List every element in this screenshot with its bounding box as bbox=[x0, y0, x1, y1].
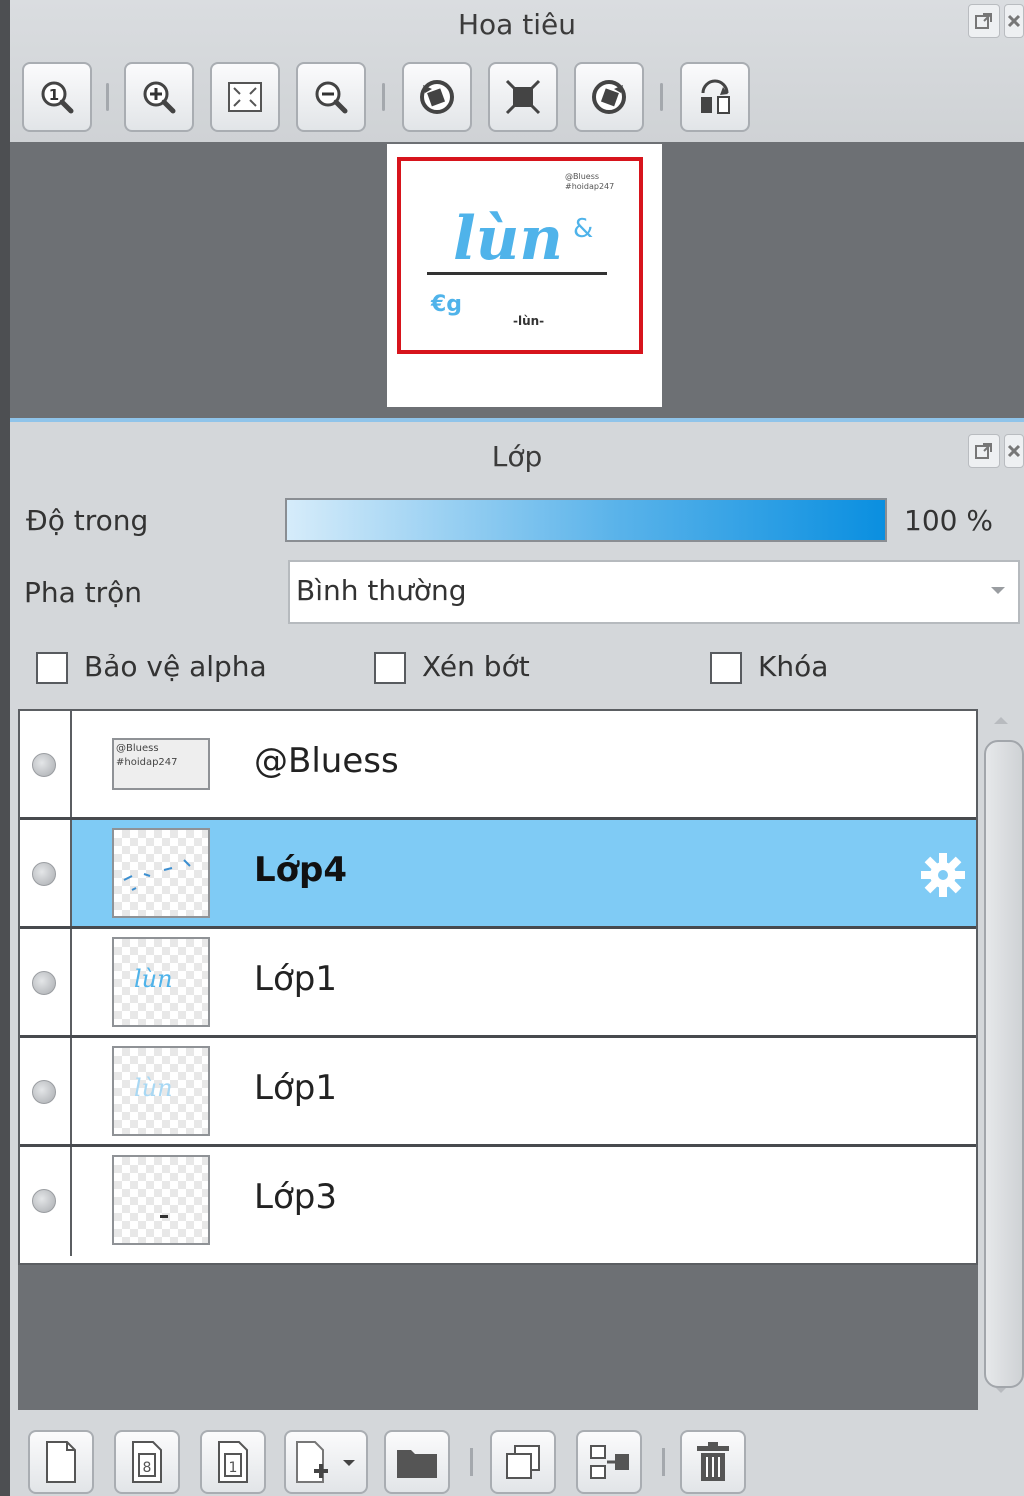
layer-row-body[interactable]: lùn Lớp1 bbox=[72, 1038, 976, 1144]
layer-row-selected[interactable]: Lớp4 bbox=[20, 820, 976, 929]
add-layer-dropdown-icon[interactable] bbox=[284, 1430, 368, 1494]
layer-row-body[interactable]: Lớp4 bbox=[72, 820, 976, 926]
rotate-right-icon[interactable] bbox=[574, 62, 644, 132]
toolbar-separator bbox=[382, 83, 385, 111]
thumbnail-text: lùn bbox=[134, 1074, 173, 1102]
layer-row[interactable]: @Bluess #hoidap247 @Bluess bbox=[20, 711, 976, 820]
close-icon[interactable] bbox=[1004, 4, 1024, 38]
preview-main-text: lùn bbox=[453, 204, 564, 274]
layer-list: @Bluess #hoidap247 @Bluess Lớp4 lùn Lớp1… bbox=[18, 709, 978, 1265]
layer-thumbnail bbox=[112, 828, 210, 918]
fit-screen-icon[interactable] bbox=[210, 62, 280, 132]
preview-small-text: -lùn- bbox=[513, 314, 545, 328]
layers-window-controls bbox=[968, 434, 1024, 468]
zoom-in-icon[interactable] bbox=[124, 62, 194, 132]
rotate-left-icon[interactable] bbox=[402, 62, 472, 132]
flip-icon[interactable] bbox=[680, 62, 750, 132]
layers-title: Lớp bbox=[491, 440, 543, 473]
opacity-value: 100 % bbox=[904, 504, 993, 537]
opacity-slider[interactable] bbox=[285, 498, 887, 542]
svg-text:1: 1 bbox=[229, 1460, 238, 1476]
close-icon[interactable] bbox=[1004, 434, 1024, 468]
zoom-out-icon[interactable] bbox=[296, 62, 366, 132]
layer-scrollbar-thumb[interactable] bbox=[984, 740, 1024, 1388]
toolbar-separator bbox=[660, 83, 663, 111]
visibility-dot-icon bbox=[32, 1080, 56, 1104]
delete-layer-icon[interactable] bbox=[680, 1430, 746, 1494]
new-layer-icon[interactable] bbox=[28, 1430, 94, 1494]
undock-icon[interactable] bbox=[968, 434, 1000, 468]
navigator-preview[interactable]: @Bluess #hoidap247 lùn & €g -lùn- bbox=[387, 144, 662, 407]
layer-row[interactable]: lùn Lớp1 bbox=[20, 929, 976, 1038]
navigator-panel: Hoa tiêu 1 bbox=[10, 0, 1024, 142]
clip-label: Xén bớt bbox=[422, 650, 530, 683]
layer-visibility[interactable] bbox=[20, 1147, 72, 1256]
layer-thumbnail bbox=[112, 1155, 210, 1245]
visibility-dot-icon bbox=[32, 971, 56, 995]
new-folder-icon[interactable] bbox=[384, 1430, 450, 1494]
blend-mode-select[interactable]: Bình thường bbox=[288, 560, 1020, 624]
layer-visibility[interactable] bbox=[20, 1038, 72, 1144]
layer-row-body[interactable]: @Bluess #hoidap247 @Bluess bbox=[72, 711, 976, 817]
layer-name: @Bluess bbox=[254, 741, 399, 781]
lock-checkbox[interactable] bbox=[710, 652, 742, 684]
layer-name: Lớp1 bbox=[254, 1068, 337, 1108]
layer-visibility[interactable] bbox=[20, 929, 72, 1035]
undock-icon[interactable] bbox=[968, 4, 1000, 38]
chevron-down-icon bbox=[991, 587, 1005, 594]
blend-mode-label: Pha trộn bbox=[24, 576, 143, 609]
layer-list-empty-area[interactable] bbox=[18, 1265, 978, 1410]
lock-label: Khóa bbox=[758, 650, 829, 683]
thumbnail-mark bbox=[160, 1215, 168, 1218]
opacity-label: Độ trong bbox=[26, 504, 149, 537]
layer-thumbnail: @Bluess #hoidap247 bbox=[112, 738, 210, 790]
zoom-actual-icon[interactable]: 1 bbox=[22, 62, 92, 132]
layer-row[interactable]: Lớp3 bbox=[20, 1147, 976, 1256]
toolbar-separator bbox=[106, 83, 109, 111]
clip-checkbox[interactable] bbox=[374, 652, 406, 684]
svg-text:8: 8 bbox=[143, 1460, 152, 1476]
thumbnail-text: lùn bbox=[134, 965, 173, 993]
protect-alpha-checkbox[interactable] bbox=[36, 652, 68, 684]
scroll-up-icon[interactable] bbox=[993, 715, 1009, 725]
svg-text:1: 1 bbox=[49, 86, 59, 104]
navigator-window-controls bbox=[968, 4, 1024, 38]
navigator-title: Hoa tiêu bbox=[458, 8, 576, 41]
layers-panel: Lớp Độ trong 100 % Pha trộn Bình thường … bbox=[10, 418, 1024, 1496]
preview-watermark: @Bluess #hoidap247 bbox=[565, 172, 615, 191]
layer-row-body[interactable]: Lớp3 bbox=[72, 1147, 976, 1256]
reset-view-icon[interactable] bbox=[488, 62, 558, 132]
layer-thumbnail: lùn bbox=[112, 937, 210, 1027]
layer-thumbnail: lùn bbox=[112, 1046, 210, 1136]
preview-underline bbox=[427, 272, 607, 275]
layer-name: Lớp1 bbox=[254, 959, 337, 999]
gear-icon[interactable] bbox=[918, 850, 968, 900]
new-1bit-layer-icon[interactable]: 1 bbox=[200, 1430, 266, 1494]
left-dock-edge bbox=[0, 0, 10, 1496]
layer-visibility[interactable] bbox=[20, 820, 72, 926]
layer-name: Lớp3 bbox=[254, 1177, 337, 1217]
visibility-dot-icon bbox=[32, 753, 56, 777]
preview-left-doodle: €g bbox=[431, 292, 463, 317]
new-8bit-layer-icon[interactable]: 8 bbox=[114, 1430, 180, 1494]
toolbar-separator bbox=[662, 1448, 665, 1476]
layer-visibility[interactable] bbox=[20, 711, 72, 817]
merge-down-icon[interactable] bbox=[576, 1430, 642, 1494]
blend-mode-value: Bình thường bbox=[296, 574, 467, 607]
toolbar-separator bbox=[470, 1448, 473, 1476]
layer-row-body[interactable]: lùn Lớp1 bbox=[72, 929, 976, 1035]
thumbnail-text: @Bluess #hoidap247 bbox=[116, 743, 178, 768]
layer-name: Lớp4 bbox=[254, 850, 348, 890]
layer-row[interactable]: lùn Lớp1 bbox=[20, 1038, 976, 1147]
duplicate-layer-icon[interactable] bbox=[490, 1430, 556, 1494]
protect-alpha-label: Bảo vệ alpha bbox=[84, 650, 267, 683]
visibility-dot-icon bbox=[32, 862, 56, 886]
preview-right-doodle: & bbox=[573, 214, 594, 244]
visibility-dot-icon bbox=[32, 1189, 56, 1213]
